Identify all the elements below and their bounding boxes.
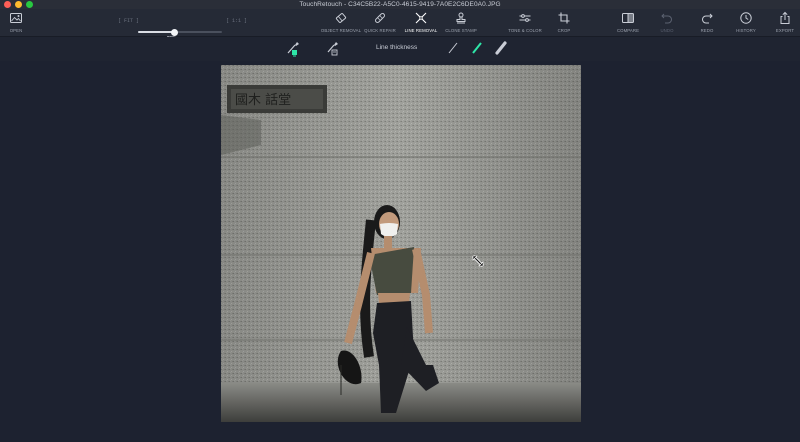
tool-label: CROP (557, 28, 571, 33)
undo-label: UNDO (660, 28, 674, 33)
window-controls (4, 1, 33, 8)
redo-icon (702, 13, 713, 24)
compare-icon (622, 13, 634, 23)
line-brush-icon[interactable] (284, 40, 304, 58)
resize-cursor-icon (471, 254, 485, 268)
compare-label: COMPARE (616, 28, 640, 33)
close-window-button[interactable] (4, 1, 11, 8)
photo[interactable]: 國木 話堂 (221, 65, 581, 422)
line-eraser-icon[interactable] (323, 40, 343, 58)
crop-icon (558, 12, 570, 24)
export-label: EXPORT (775, 28, 795, 33)
thickness-medium-option[interactable] (470, 41, 484, 55)
zoom-window-button[interactable] (26, 1, 33, 8)
tool-label: TONE & COLOR (508, 28, 542, 33)
eraser-icon (335, 13, 347, 23)
zoom-fit-button[interactable]: [ FIT ] (118, 18, 139, 24)
tool-clone-stamp[interactable]: CLONE STAMP (436, 11, 486, 33)
photo-woman-concrete-wall: 國木 話堂 (221, 65, 581, 422)
sliders-icon (519, 14, 531, 22)
zoom-slider[interactable] (138, 28, 222, 36)
image-icon (10, 13, 22, 23)
line-thickness-label: Line thickness (376, 44, 418, 51)
clock-icon (740, 12, 752, 24)
line-removal-icon (415, 12, 427, 24)
open-label: OPEN (9, 28, 23, 33)
minimize-window-button[interactable] (15, 1, 22, 8)
stamp-icon (456, 12, 466, 24)
bandage-icon (375, 13, 385, 23)
export-button[interactable]: EXPORT (760, 11, 800, 33)
share-icon (780, 11, 790, 24)
window-title: TouchRetouch - C34C5B22-A5C0-4615-9419-7… (299, 1, 501, 8)
zoom-slider-fill (138, 31, 175, 33)
open-button[interactable]: OPEN (0, 11, 41, 33)
redo-label: REDO (700, 28, 714, 33)
tool-label: LINE REMOVAL (404, 28, 438, 33)
title-bar: TouchRetouch - C34C5B22-A5C0-4615-9419-7… (0, 0, 800, 9)
main-toolbar: OPEN [ FIT ] [ 1:1 ] 89% OBJECT REMOVAL … (0, 9, 800, 40)
thickness-thick-option[interactable] (494, 41, 508, 55)
history-label: HISTORY (736, 28, 756, 33)
thickness-thin-option[interactable] (446, 41, 460, 55)
undo-icon (661, 13, 672, 24)
sign-text: 國木 話堂 (235, 92, 291, 108)
tool-crop[interactable]: CROP (539, 11, 589, 33)
tool-label: CLONE STAMP (445, 28, 477, 33)
zoom-1to1-button[interactable]: [ 1:1 ] (226, 18, 247, 24)
tool-label: QUICK REPAIR (364, 28, 396, 33)
